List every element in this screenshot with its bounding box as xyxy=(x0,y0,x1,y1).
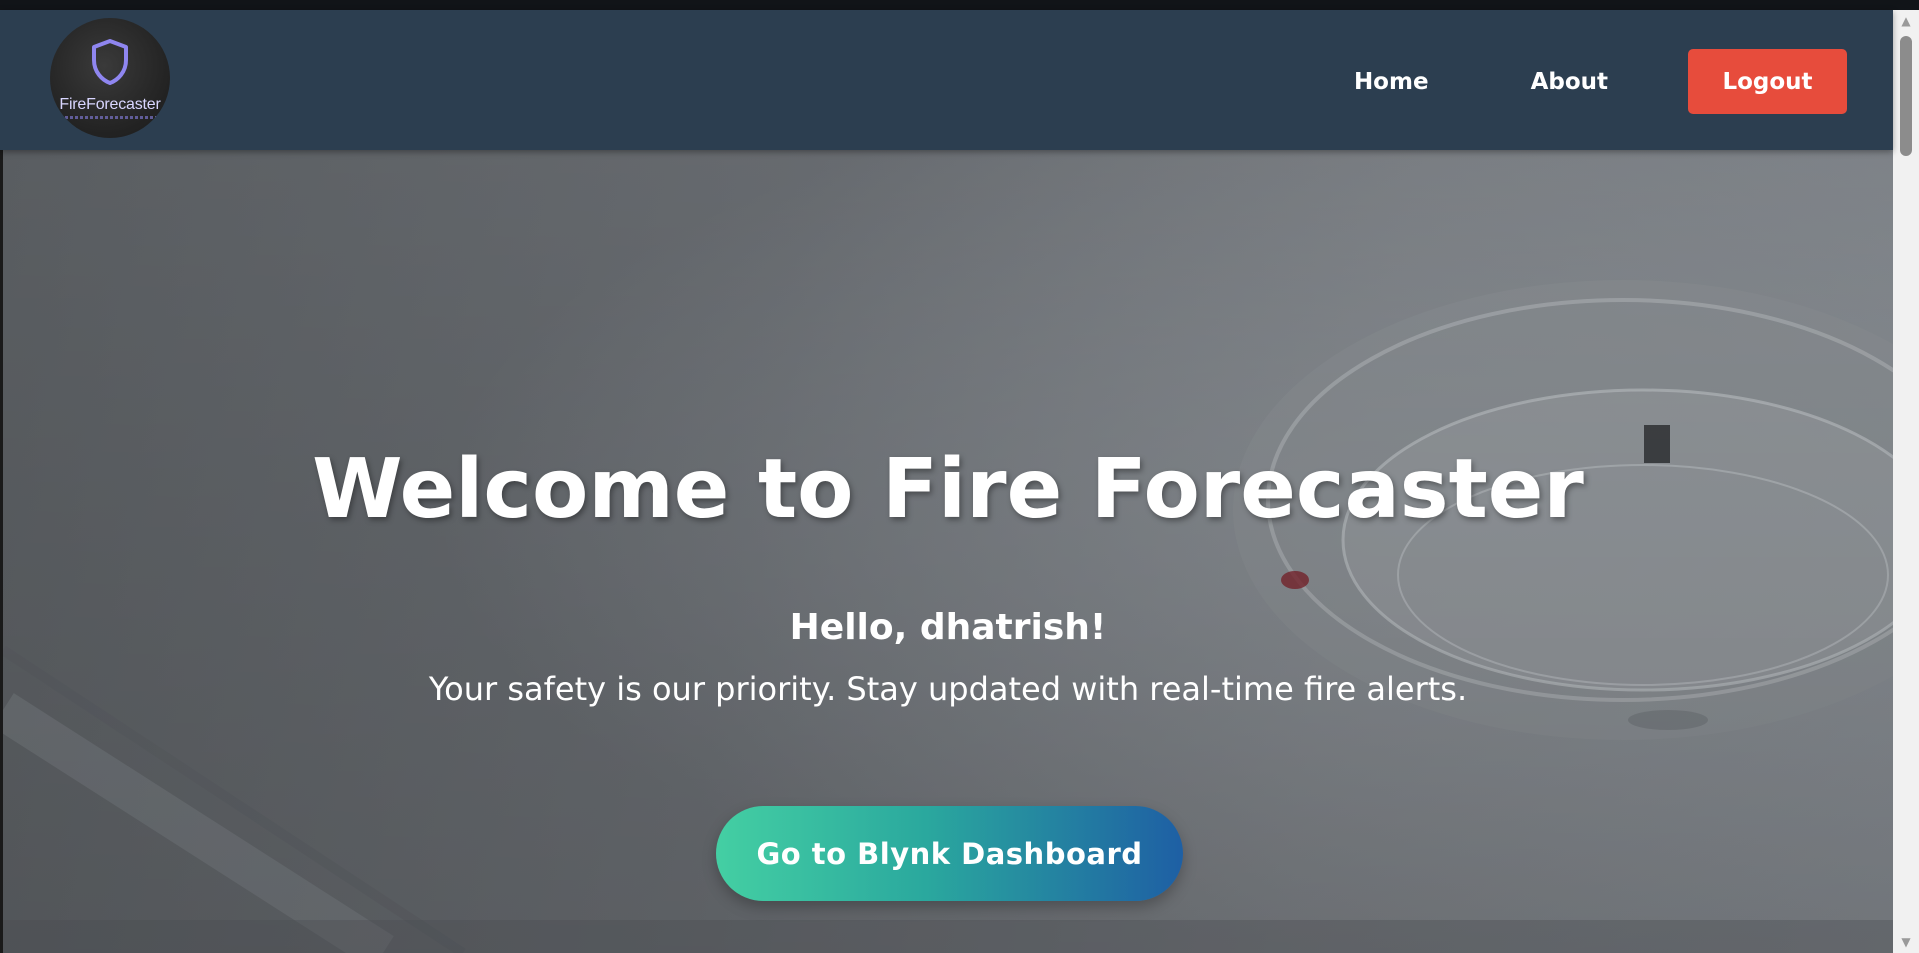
site-logo[interactable]: FireForecaster xyxy=(50,18,170,138)
page-scrollbar[interactable]: ▲ ▼ xyxy=(1893,10,1919,953)
scrollbar-thumb[interactable] xyxy=(1900,36,1912,156)
nav-link-about[interactable]: About xyxy=(1509,55,1630,109)
blynk-dashboard-button[interactable]: Go to Blynk Dashboard xyxy=(716,806,1183,901)
triangle-down-icon[interactable]: ▼ xyxy=(1893,931,1919,953)
user-greeting: Hello, dhatrish! xyxy=(789,607,1107,648)
shield-icon xyxy=(92,39,128,85)
nav-link-home[interactable]: Home xyxy=(1332,55,1451,109)
hero-subtitle: Your safety is our priority. Stay update… xyxy=(428,670,1468,708)
browser-top-strip xyxy=(0,0,1919,10)
navbar: FireForecaster Home About Logout xyxy=(0,10,1893,150)
nav-links: Home About Logout xyxy=(1332,49,1847,114)
logo-tagline-decoration xyxy=(60,116,160,119)
triangle-up-icon[interactable]: ▲ xyxy=(1893,10,1919,32)
hero-title: Welcome to Fire Forecaster xyxy=(312,442,1584,537)
logo-brand-text: FireForecaster xyxy=(59,96,161,113)
logout-button[interactable]: Logout xyxy=(1688,49,1847,114)
hero-section: Welcome to Fire Forecaster Hello, dhatri… xyxy=(3,150,1893,953)
